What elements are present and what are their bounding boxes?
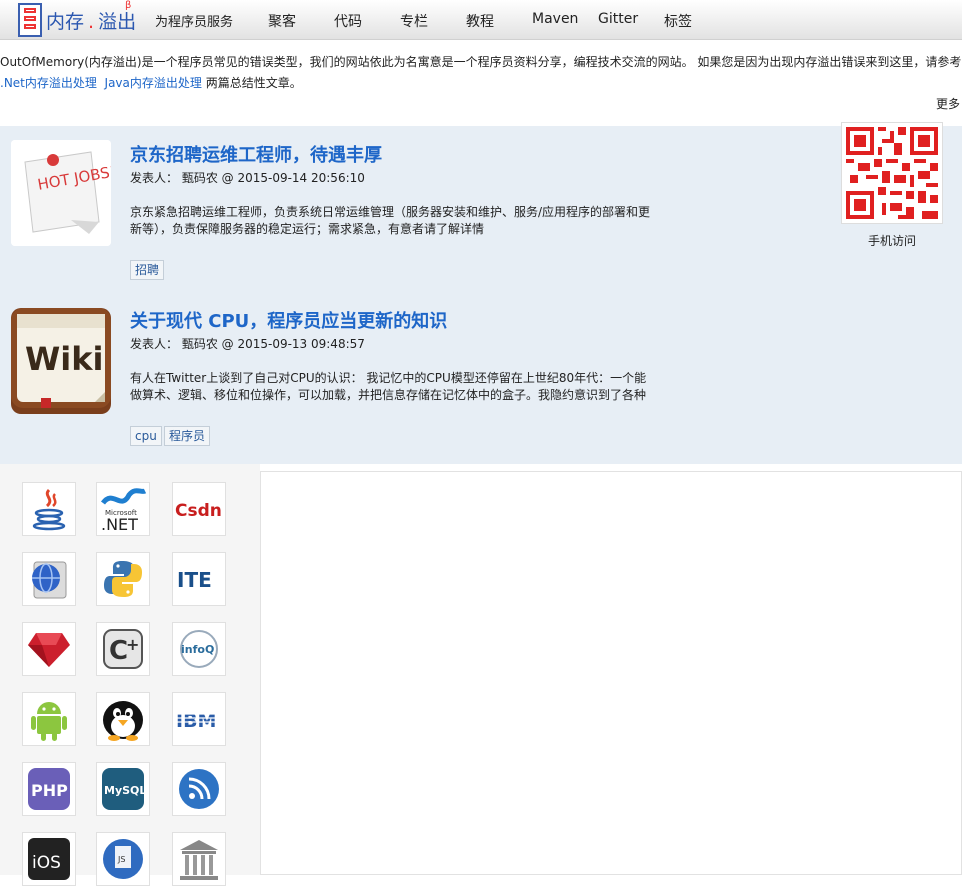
beta-badge: β — [125, 0, 132, 11]
category-icon-grid: Microsoft .NET Csdn ITE C + infoQ IBM PH… — [0, 464, 260, 886]
iteye-icon[interactable]: ITE — [172, 552, 226, 606]
more-link[interactable]: 更多 — [936, 95, 960, 112]
site-slogan: 为程序员服务 — [155, 15, 234, 30]
thumb-text: Wiki — [25, 340, 104, 378]
ios-icon[interactable]: iOS — [22, 832, 76, 886]
svg-text:MySQL: MySQL — [104, 784, 146, 797]
csdn-icon[interactable]: Csdn — [172, 482, 226, 536]
tag-programmer[interactable]: 程序员 — [164, 426, 211, 446]
tag-cpu[interactable]: cpu — [130, 426, 162, 446]
nav-gitter[interactable]: Gitter — [598, 11, 638, 27]
apache-building-icon[interactable] — [172, 832, 226, 886]
nav-maven[interactable]: Maven — [532, 11, 578, 27]
svg-text:ITE: ITE — [177, 568, 212, 592]
php-icon[interactable]: PHP — [22, 762, 76, 816]
post-title[interactable]: 关于现代 CPU，程序员应当更新的知识 — [130, 307, 447, 333]
java-icon[interactable] — [22, 482, 76, 536]
svg-text:IBM: IBM — [176, 710, 216, 732]
cpp-icon[interactable]: C + — [96, 622, 150, 676]
site-logo[interactable]: 内存. 溢出 — [18, 2, 136, 38]
nav-column[interactable]: 专栏 — [400, 11, 428, 31]
site-header: 内存. 溢出 β 为程序员服务 聚客 代码 专栏 教程 Maven Gitter … — [0, 0, 962, 40]
main-content-panel — [260, 471, 962, 875]
ruby-icon[interactable] — [22, 622, 76, 676]
svg-text:Csdn: Csdn — [175, 501, 222, 521]
svg-text:+: + — [126, 635, 139, 654]
python-icon[interactable] — [96, 552, 150, 606]
post-meta: 发表人： 甄码农 @ 2015-09-13 09:48:57 — [130, 337, 365, 351]
post-list: HOT JOBS! 京东招聘运维工程师，待遇丰厚 发表人： 甄码农 @ 2015… — [0, 126, 962, 464]
nav-juke[interactable]: 聚客 — [268, 11, 296, 31]
android-icon[interactable] — [22, 692, 76, 746]
linux-penguin-icon[interactable] — [96, 692, 150, 746]
dotnet-icon[interactable]: Microsoft .NET — [96, 482, 150, 536]
javascript-icon[interactable]: JS — [96, 832, 150, 886]
site-intro: OutOfMemory(内存溢出)是一个程序员常见的错误类型，我们的网站依此为名… — [0, 55, 962, 90]
java-oom-link[interactable]: Java内存溢出处理 — [105, 76, 202, 90]
svg-text:JS: JS — [117, 855, 125, 864]
ibm-icon[interactable]: IBM — [172, 692, 226, 746]
svg-text:infoQ: infoQ — [181, 643, 214, 656]
qr-code — [841, 122, 943, 224]
hot-jobs-thumbnail[interactable]: HOT JOBS! — [11, 140, 111, 246]
nav-code[interactable]: 代码 — [334, 11, 362, 31]
svg-text:PHP: PHP — [31, 781, 68, 800]
post-excerpt: 有人在Twitter上谈到了自己对CPU的认识： 我记忆中的CPU模型还停留在上… — [130, 371, 647, 402]
nav-tutorial[interactable]: 教程 — [466, 11, 494, 31]
svg-text:iOS: iOS — [32, 853, 61, 873]
post-meta: 发表人： 甄码农 @ 2015-09-14 20:56:10 — [130, 171, 365, 185]
qr-code-icon — [846, 127, 938, 219]
mysql-icon[interactable]: MySQL — [96, 762, 150, 816]
nav-tags[interactable]: 标签 — [664, 11, 692, 31]
memory-logo-icon — [18, 3, 42, 37]
rss-feed-icon[interactable] — [172, 762, 226, 816]
infoq-icon[interactable]: infoQ — [172, 622, 226, 676]
logo-text: 内存. 溢出 — [46, 10, 137, 33]
post-excerpt: 京东紧急招聘运维工程师，负责系统日常运维管理（服务器安装和维护、服务/应用程序的… — [130, 205, 651, 236]
tag-recruit[interactable]: 招聘 — [130, 260, 165, 280]
post-title[interactable]: 京东招聘运维工程师，待遇丰厚 — [130, 141, 382, 167]
wiki-thumbnail[interactable]: Wiki — [11, 308, 111, 414]
web-globe-icon[interactable] — [22, 552, 76, 606]
net-oom-link[interactable]: .Net内存溢出处理 — [0, 76, 97, 90]
svg-text:.NET: .NET — [101, 515, 138, 533]
mobile-access-label: 手机访问 — [867, 234, 916, 248]
